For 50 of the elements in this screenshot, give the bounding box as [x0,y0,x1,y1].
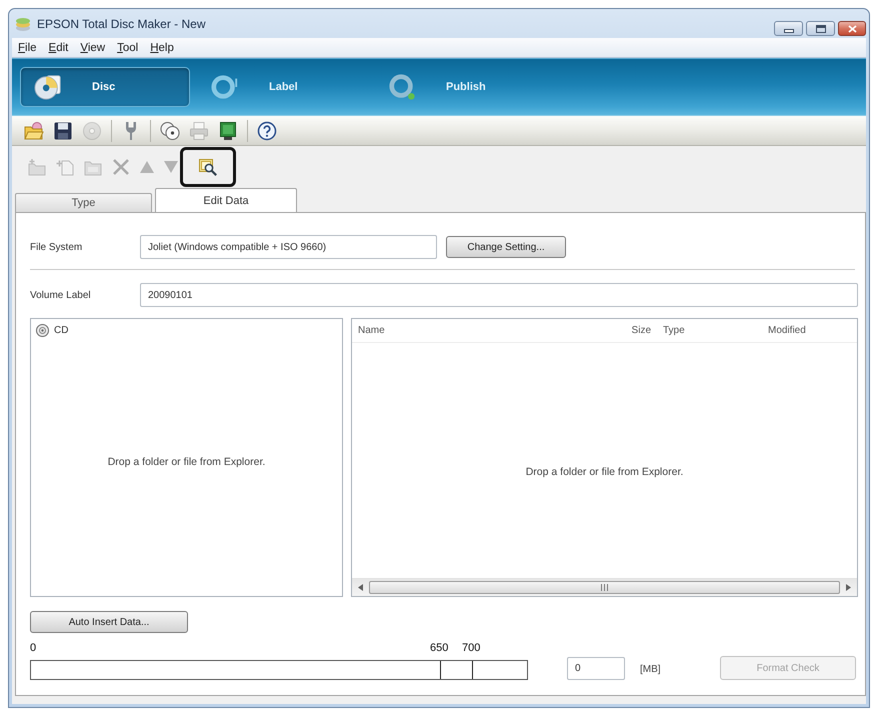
minimize-button[interactable] [774,21,803,36]
volume-label-field[interactable]: 20090101 [140,283,858,307]
maximize-button[interactable] [806,21,835,36]
menu-item[interactable]: Help [144,42,180,54]
scale-label: 700 [462,642,480,656]
field-label: File System [30,242,84,252]
column-header[interactable]: Type [657,319,762,342]
disc-icon [34,73,62,101]
field-label: Volume Label [30,290,92,300]
drop-hint: Drop a folder or file from Explorer. [526,466,684,478]
menu-item[interactable]: File [12,42,43,54]
column-header[interactable]: Name [352,319,582,342]
ring-icon [388,73,416,101]
column-header[interactable]: Modified [762,319,857,342]
scale-label: 0 [30,642,36,656]
size-field[interactable]: 0 [567,657,625,680]
scroll-left-icon[interactable] [358,584,363,591]
discs-icon[interactable] [160,120,180,140]
mode-tab[interactable]: Label [197,67,367,107]
unit-label: [MB] [640,664,661,675]
menu-item[interactable]: Edit [42,42,74,54]
column-header[interactable]: Size [582,319,657,342]
scrollbar-thumb[interactable] [369,581,840,594]
minimize-icon [784,29,794,33]
scroll-right-icon[interactable] [846,584,851,591]
menu-item[interactable]: Tool [111,42,144,54]
close-button[interactable] [838,21,866,36]
close-icon [848,24,856,32]
tree-item[interactable]: CD [34,323,72,338]
menu-item[interactable]: View [74,42,112,54]
disc-icon [36,324,49,337]
auto-insert-button[interactable]: Auto Insert Data... [30,611,188,633]
app-icon [15,16,31,32]
preview-icon[interactable] [199,158,217,176]
grip-icon [601,584,608,591]
ring-icon [211,73,239,101]
help-icon[interactable] [257,120,277,140]
tab[interactable]: Type [15,193,152,212]
horizontal-scrollbar[interactable] [352,578,857,596]
change-setting-button[interactable]: Change Setting... [446,236,566,258]
maximize-icon [816,24,826,32]
tab[interactable]: Edit Data [155,188,297,212]
mode-tab[interactable]: Disc [20,67,190,107]
scale-label: 650 [430,642,448,656]
drop-hint: Drop a folder or file from Explorer. [108,456,266,468]
window-title: EPSON Total Disc Maker - New [37,16,206,30]
file-system-field[interactable]: Joliet (Windows compatible + ISO 9660) [140,235,437,259]
monitor-icon[interactable] [218,120,238,140]
mode-tab[interactable]: Publish [374,67,544,107]
folder-icon[interactable] [24,120,44,140]
